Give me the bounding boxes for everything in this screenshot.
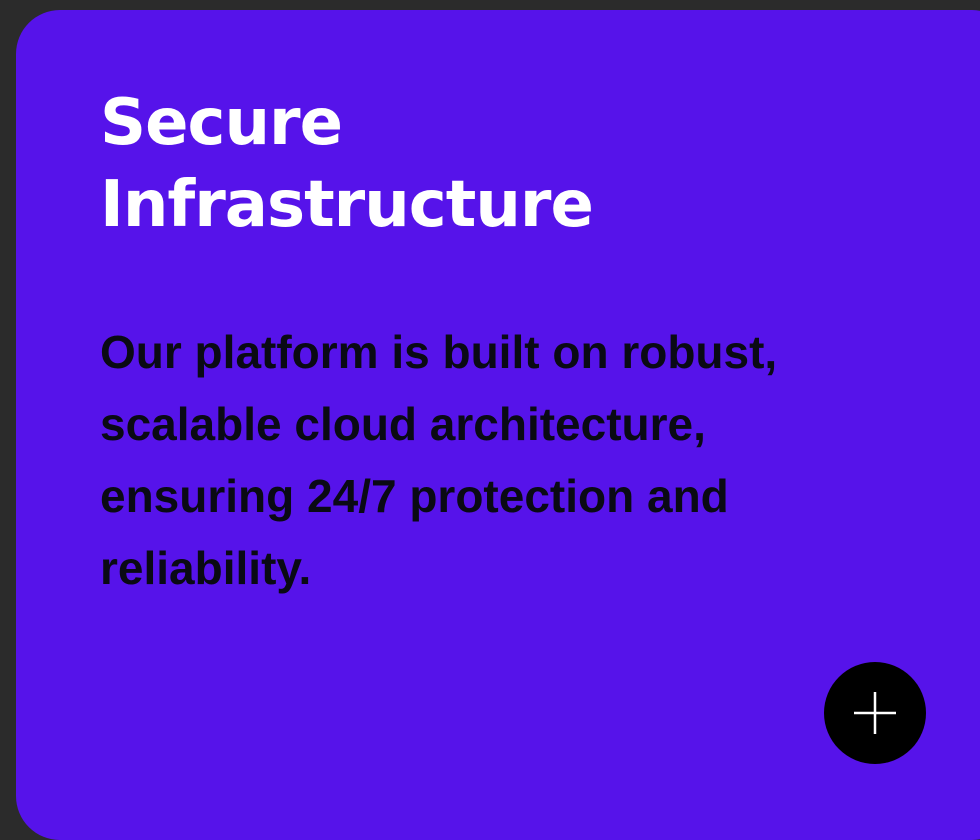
card-title-line-2: Infrastructure — [100, 168, 594, 242]
card-title: Secure Infrastructure — [100, 82, 700, 246]
card-description: Our platform is built on robust, scalabl… — [100, 326, 778, 594]
plus-icon — [854, 692, 896, 734]
feature-card: Secure Infrastructure Our platform is bui… — [16, 10, 980, 840]
expand-button[interactable] — [824, 662, 926, 764]
card-title-line-1: Secure — [100, 86, 343, 160]
